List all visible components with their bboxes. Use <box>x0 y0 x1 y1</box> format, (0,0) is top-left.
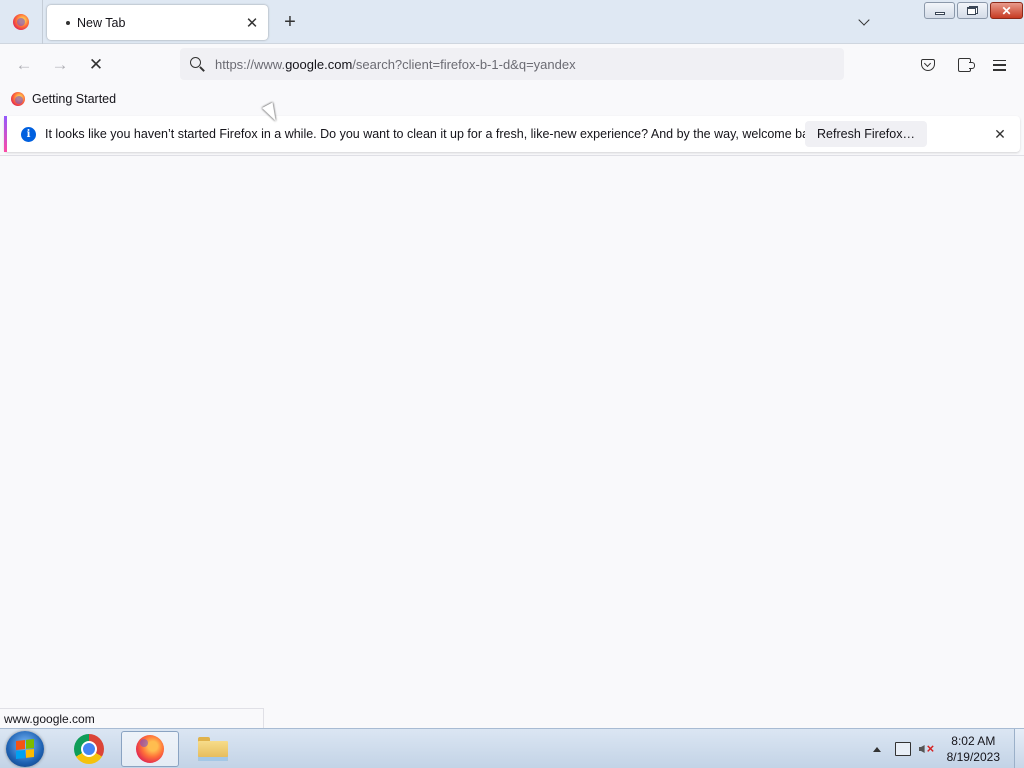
refresh-firefox-notification: i It looks like you haven’t started Fire… <box>4 116 1020 152</box>
system-tray: 8:02 AM 8/19/2023 <box>872 729 1024 768</box>
back-button[interactable]: ← <box>11 52 37 78</box>
file-explorer-icon <box>198 737 228 761</box>
taskbar: 8:02 AM 8/19/2023 <box>0 728 1024 768</box>
taskbar-firefox[interactable] <box>121 731 179 767</box>
clock[interactable]: 8:02 AM 8/19/2023 <box>947 733 1000 765</box>
taskbar-chrome[interactable] <box>60 731 118 767</box>
restore-button[interactable] <box>957 2 988 19</box>
firefox-view-button[interactable] <box>0 0 43 44</box>
url-prefix: https://www. <box>215 56 286 72</box>
start-button[interactable] <box>6 731 44 767</box>
info-icon: i <box>21 126 36 142</box>
firefox-logo-icon <box>11 92 25 106</box>
refresh-firefox-button[interactable]: Refresh Firefox… <box>805 121 927 147</box>
extensions-button[interactable] <box>952 53 976 77</box>
search-icon <box>189 56 205 72</box>
chrome-icon <box>74 734 104 764</box>
minimize-icon <box>934 12 945 15</box>
pocket-button[interactable] <box>916 53 940 77</box>
chevron-down-icon <box>858 13 870 26</box>
taskbar-file-explorer[interactable] <box>184 731 242 767</box>
pocket-icon <box>921 59 935 71</box>
restore-icon <box>967 6 978 15</box>
show-hidden-icons-button[interactable] <box>872 746 881 752</box>
tab-strip: New Tab ✕ + ✕ <box>0 0 1024 44</box>
volume-muted-icon[interactable] <box>919 741 935 756</box>
stop-loading-button[interactable]: ✕ <box>83 52 109 78</box>
page-content[interactable] <box>0 156 1024 728</box>
clock-time: 8:02 AM <box>951 734 996 748</box>
window-controls: ✕ <box>924 2 1023 19</box>
extensions-icon <box>957 58 975 72</box>
url-path: /search?client=firefox-b-1-d&q=yandex <box>352 56 576 72</box>
tab-new-tab[interactable]: New Tab ✕ <box>47 5 268 40</box>
bookmark-getting-started[interactable]: Getting Started <box>7 89 120 109</box>
tab-loading-dot-icon <box>66 20 70 25</box>
windows-logo-icon <box>16 739 34 759</box>
url-text[interactable]: https://www.google.com/search?client=fir… <box>215 57 576 72</box>
tab-close-icon[interactable]: ✕ <box>240 11 264 35</box>
firefox-logo-icon <box>13 14 29 30</box>
minimize-button[interactable] <box>924 2 955 19</box>
bookmark-label: Getting Started <box>32 92 117 106</box>
close-window-button[interactable]: ✕ <box>990 2 1023 19</box>
notification-message: It looks like you haven’t started Firefo… <box>45 127 826 141</box>
close-icon[interactable]: ✕ <box>990 124 1010 144</box>
hamburger-menu-icon <box>992 59 1006 71</box>
firefox-icon <box>136 735 164 763</box>
show-desktop-button[interactable] <box>1014 729 1024 768</box>
list-all-tabs-button[interactable] <box>853 11 875 33</box>
url-bar[interactable]: https://www.google.com/search?client=fir… <box>180 48 844 80</box>
navigation-toolbar: ← → ✕ https://www.google.com/search?clie… <box>0 44 1024 86</box>
url-host: google.com <box>285 56 353 72</box>
forward-button[interactable]: → <box>47 52 73 78</box>
status-panel: www.google.com <box>0 708 264 728</box>
bookmarks-toolbar: Getting Started <box>0 86 1024 112</box>
network-icon[interactable] <box>894 742 911 756</box>
new-tab-button[interactable]: + <box>278 9 302 35</box>
app-menu-button[interactable] <box>987 53 1011 77</box>
tab-title: New Tab <box>77 15 126 30</box>
clock-date: 8/19/2023 <box>946 750 1000 764</box>
